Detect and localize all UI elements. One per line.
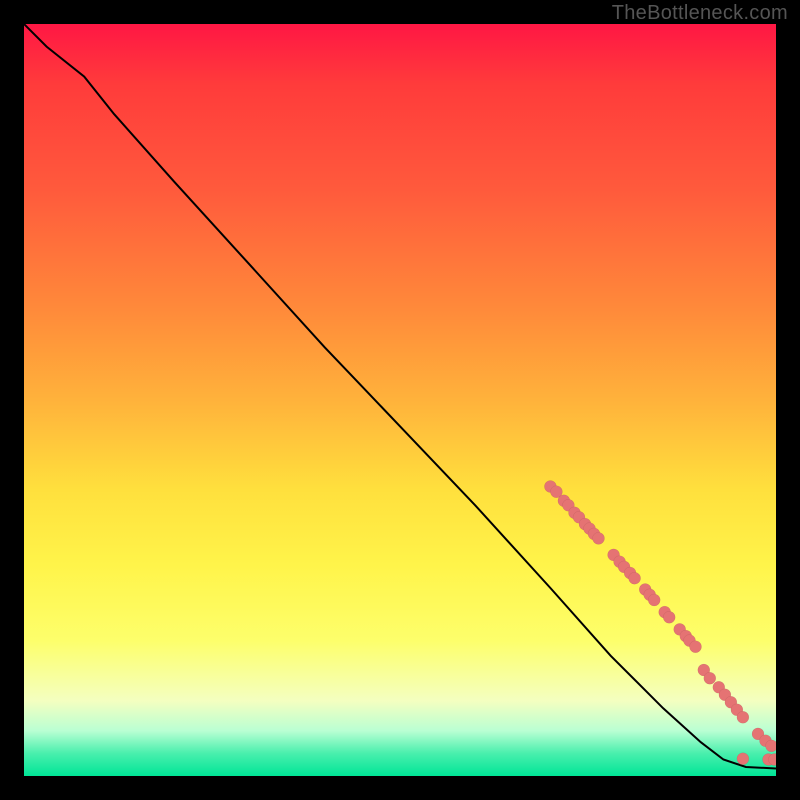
scatter-dot [648, 594, 660, 606]
scatter-dot [704, 672, 716, 684]
watermark-text: TheBottleneck.com [612, 2, 788, 25]
scatter-dot [737, 711, 749, 723]
scatter-dot [690, 641, 702, 653]
scatter-dot [737, 753, 749, 765]
scatter-dot [629, 572, 641, 584]
chart-frame: TheBottleneck.com [0, 0, 800, 800]
bottleneck-curve [24, 24, 776, 769]
scatter-dot [593, 532, 605, 544]
scatter-dot [766, 740, 777, 752]
chart-overlay-svg [24, 24, 776, 776]
scatter-dot [663, 611, 675, 623]
scatter-points-group [544, 481, 776, 766]
